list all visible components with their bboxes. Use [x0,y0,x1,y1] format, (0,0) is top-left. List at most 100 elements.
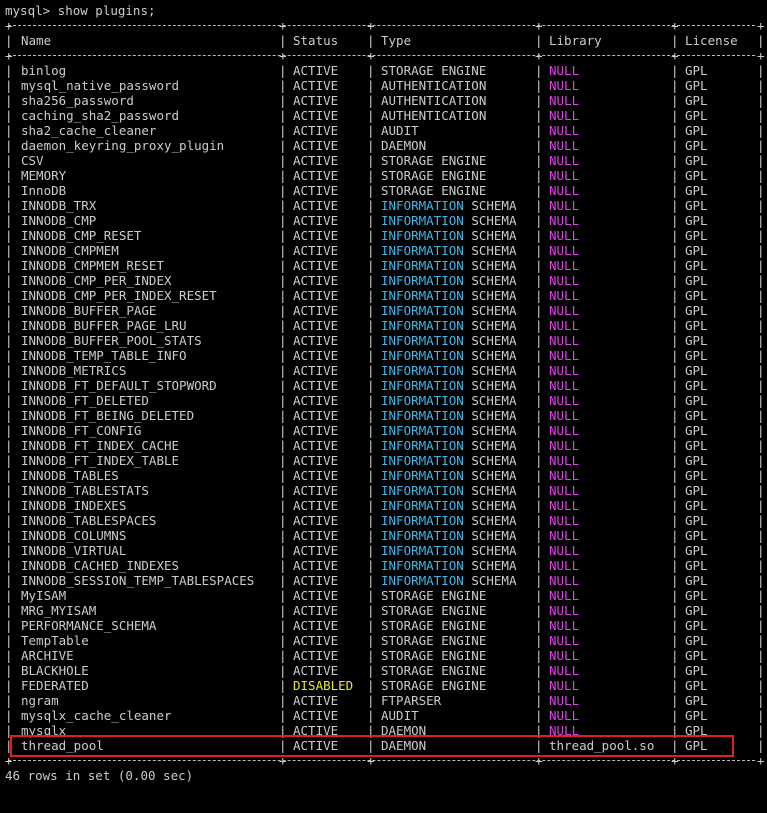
cell-name: INNODB_FT_BEING_DELETED [21,408,195,423]
table-row: | FEDERATED | DISABLED | STORAGE ENGINE | NULL |… [5,678,765,693]
cell-type: INFORMATION SCHEMA [381,423,516,438]
cell-type: INFORMATION SCHEMA [381,528,516,543]
cell-name: INNODB_VIRTUAL [21,543,127,558]
cell-type-suffix: SCHEMA [463,453,517,468]
cell-status: ACTIVE [293,63,339,78]
cell-type: INFORMATION SCHEMA [381,543,516,558]
cell-name: PERFORMANCE_SCHEMA [21,618,157,633]
cell-library: NULL [549,543,580,558]
cell-name: MRG_MYISAM [21,603,97,618]
cell-license: GPL [685,78,708,93]
table-body: | binlog | ACTIVE | STORAGE ENGINE | NULL | GPL | |… [5,63,765,753]
cell-license: GPL [685,123,708,138]
cell-license: GPL [685,378,708,393]
cell-license: GPL [685,273,708,288]
cell-library: NULL [549,483,580,498]
table-top-border: + + + + + + [5,18,765,33]
table-row: | INNODB_TRX | ACTIVE | INFORMATION SCHEMA | NU… [5,198,765,213]
cell-library: NULL [549,303,580,318]
cell-type-main: AUTHENTICATION [381,108,487,123]
cell-name: INNODB_CMP_PER_INDEX_RESET [21,288,217,303]
cell-license: GPL [685,663,708,678]
cell-name: INNODB_FT_INDEX_TABLE [21,453,180,468]
cell-library: NULL [549,138,580,153]
cell-library: NULL [549,513,580,528]
cell-name: ngram [21,693,59,708]
cell-name: TempTable [21,633,89,648]
cell-library: NULL [549,648,580,663]
table-row: | thread_pool | ACTIVE | DAEMON | thread_pool.s… [5,738,765,753]
cell-type-main: STORAGE ENGINE [381,63,487,78]
cell-library: NULL [549,273,580,288]
table-row: | INNODB_FT_DELETED | ACTIVE | INFORMATION SC… [5,393,765,408]
header-library: Library [549,33,602,48]
cell-status: ACTIVE [293,78,339,93]
cell-library: NULL [549,663,580,678]
table-row: | INNODB_SESSION_TEMP_TABLESPACES | ACTIVE |… [5,573,765,588]
cell-license: GPL [685,573,708,588]
cell-type: STORAGE ENGINE [381,183,486,198]
cell-type-main: STORAGE ENGINE [381,663,487,678]
cell-library: NULL [549,723,580,738]
cell-type: AUTHENTICATION [381,78,486,93]
cell-license: GPL [685,348,708,363]
cell-type-main: DAEMON [381,723,427,738]
cell-library: NULL [549,108,580,123]
cell-name: INNODB_TABLESTATS [21,483,149,498]
cell-type: DAEMON [381,138,426,153]
table-row: | PERFORMANCE_SCHEMA | ACTIVE | STORAGE ENGIN… [5,618,765,633]
cell-status: ACTIVE [293,543,339,558]
cell-name: INNODB_CMP_PER_INDEX [21,273,172,288]
cell-type-suffix: SCHEMA [463,333,517,348]
cell-library: NULL [549,678,580,693]
cell-status: ACTIVE [293,483,339,498]
table-row: | InnoDB | ACTIVE | STORAGE ENGINE | NULL | GPL | [5,183,765,198]
cell-name: INNODB_SESSION_TEMP_TABLESPACES [21,573,255,588]
table-row: | INNODB_CMP_PER_INDEX_RESET | ACTIVE | INFOR… [5,288,765,303]
cell-type: INFORMATION SCHEMA [381,378,516,393]
cell-license: GPL [685,333,708,348]
cell-name: mysql_native_password [21,78,180,93]
cell-type-suffix: SCHEMA [463,213,517,228]
cell-type-main: INFORMATION [381,543,464,558]
cell-status: ACTIVE [293,363,339,378]
cell-status: ACTIVE [293,708,339,723]
cell-status: ACTIVE [293,183,339,198]
terminal-output[interactable]: mysql> show plugins; + + + + + + | Name | Sta… [5,3,765,783]
cell-status: ACTIVE [293,378,339,393]
cell-type-main: INFORMATION [381,213,464,228]
cell-library: NULL [549,498,580,513]
cell-library: NULL [549,423,580,438]
cell-type-suffix: SCHEMA [463,543,517,558]
cell-name: INNODB_INDEXES [21,498,127,513]
cell-type: INFORMATION SCHEMA [381,393,516,408]
cell-type-main: INFORMATION [381,408,464,423]
cell-license: GPL [685,543,708,558]
cell-type-main: AUTHENTICATION [381,93,487,108]
cell-status: ACTIVE [293,303,339,318]
cell-license: GPL [685,393,708,408]
cell-type-main: INFORMATION [381,513,464,528]
cell-type-main: INFORMATION [381,378,464,393]
cell-name: sha256_password [21,93,134,108]
command-prompt: mysql> show plugins; [5,3,156,18]
cell-license: GPL [685,168,708,183]
cell-name: INNODB_TABLES [21,468,119,483]
table-row: | INNODB_CMP_PER_INDEX | ACTIVE | INFORMATION… [5,273,765,288]
table-row: | INNODB_BUFFER_PAGE | ACTIVE | INFORMATION S… [5,303,765,318]
result-footer: 46 rows in set (0.00 sec) [5,768,194,783]
cell-type: AUTHENTICATION [381,93,486,108]
cell-name: mysqlx [21,723,67,738]
cell-status: ACTIVE [293,348,339,363]
cell-type: INFORMATION SCHEMA [381,273,516,288]
cell-status: ACTIVE [293,243,339,258]
cell-type: STORAGE ENGINE [381,603,486,618]
table-row: | binlog | ACTIVE | STORAGE ENGINE | NULL | GPL | [5,63,765,78]
cell-type: STORAGE ENGINE [381,678,486,693]
cell-status: ACTIVE [293,573,339,588]
cell-license: GPL [685,438,708,453]
cell-type: STORAGE ENGINE [381,633,486,648]
cell-license: GPL [685,738,708,753]
cell-status: ACTIVE [293,123,339,138]
cell-type: STORAGE ENGINE [381,663,486,678]
